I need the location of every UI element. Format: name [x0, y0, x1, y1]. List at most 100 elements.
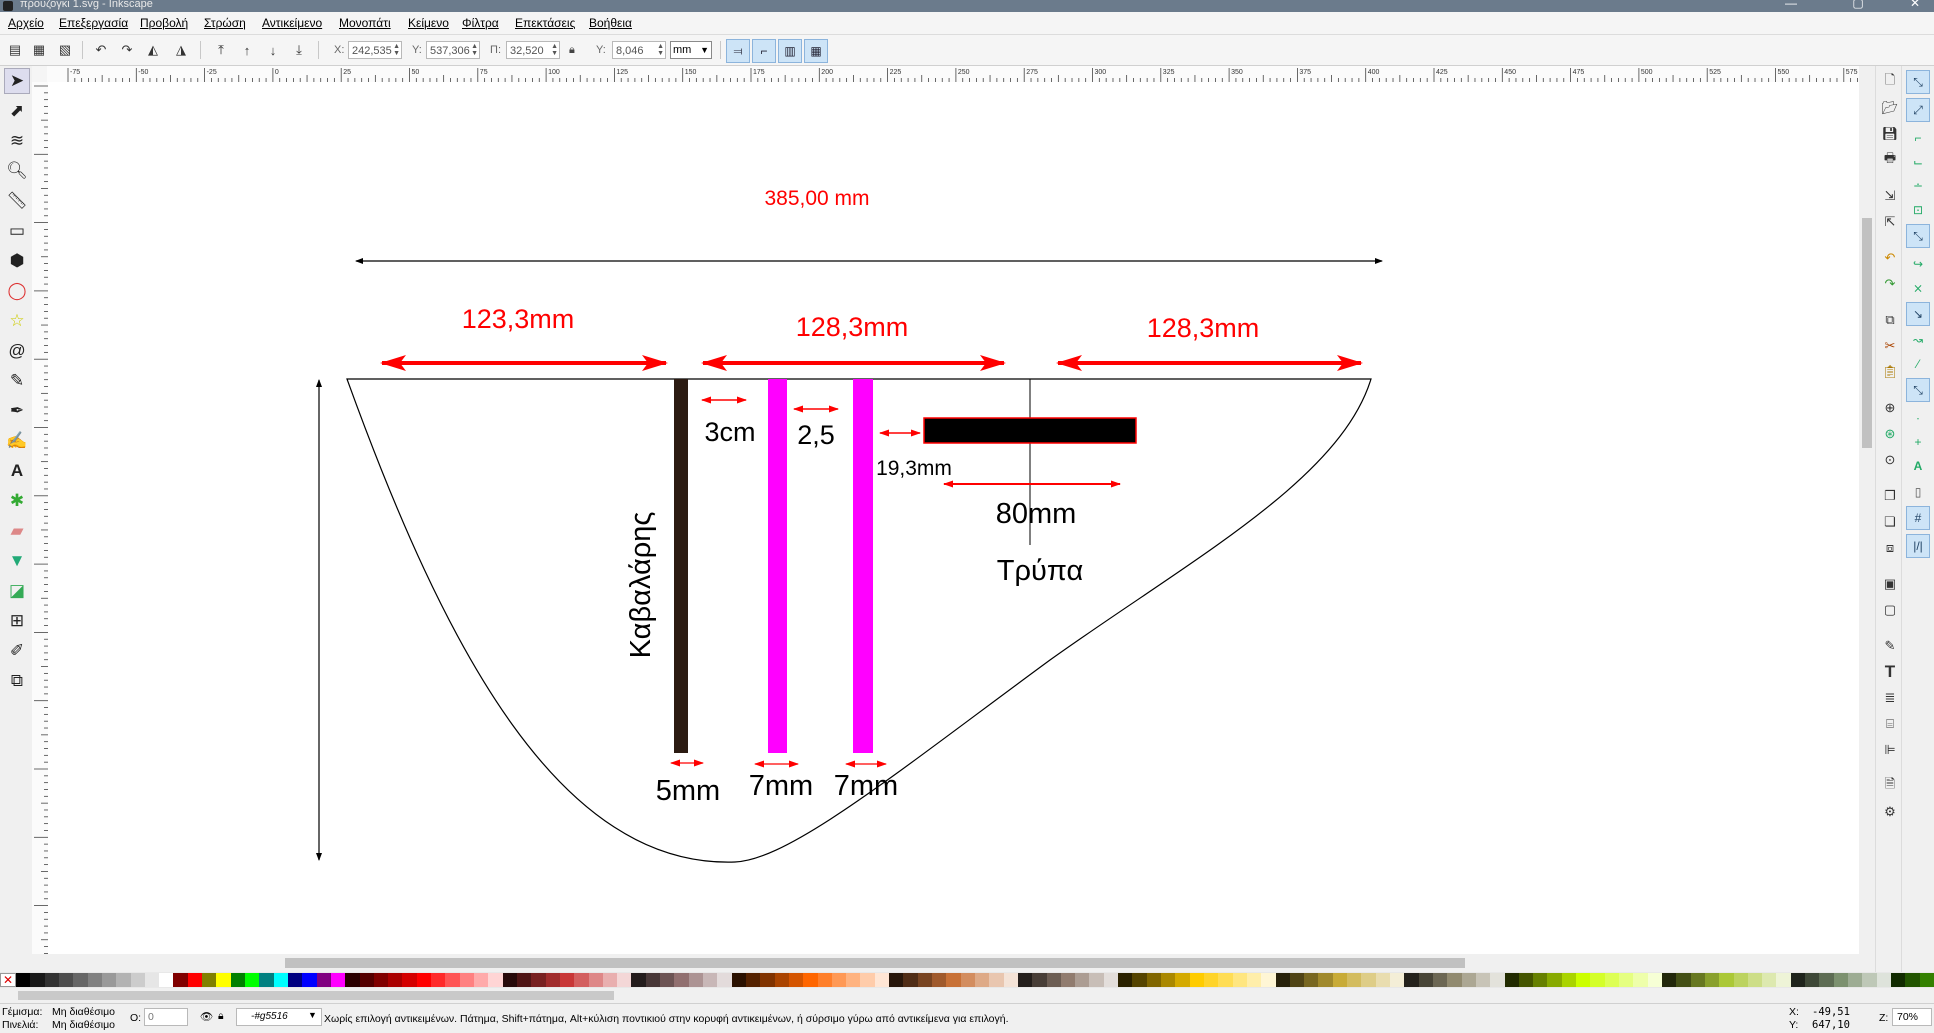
color-swatch[interactable] — [1375, 973, 1390, 987]
color-swatch[interactable] — [946, 973, 961, 987]
spin-arrows-icon[interactable]: ▲ ▼ — [657, 43, 664, 57]
select-all-layers-icon[interactable]: ▦ — [30, 41, 48, 59]
eraser-tool-icon[interactable]: ▰ — [4, 518, 30, 544]
snap-paths-icon[interactable]: ↪ — [1906, 252, 1930, 276]
new-document-icon[interactable]: 🗋︎ — [1880, 72, 1900, 92]
color-swatch[interactable] — [245, 973, 260, 987]
color-swatch[interactable] — [1704, 973, 1720, 987]
color-swatch[interactable] — [1862, 973, 1877, 987]
color-swatch[interactable] — [760, 973, 775, 987]
color-swatch[interactable] — [488, 973, 503, 987]
color-swatch[interactable] — [917, 973, 932, 987]
gap-2-5-label[interactable]: 2,5 — [797, 420, 835, 450]
color-swatch[interactable] — [431, 973, 446, 987]
spin-arrows-icon[interactable]: ▲ ▼ — [551, 43, 558, 57]
horizontal-scroll-thumb[interactable] — [285, 958, 1465, 968]
color-swatch[interactable] — [1189, 973, 1204, 987]
zoom-drawing-icon[interactable]: ⊛ — [1880, 424, 1900, 444]
color-swatch[interactable] — [817, 973, 832, 987]
zoom-selection-icon[interactable]: ⊕ — [1880, 398, 1900, 418]
selector-tool-icon[interactable]: ➤ — [4, 68, 30, 94]
height-input[interactable]: 8,046 ▲ ▼ — [612, 41, 666, 59]
color-swatch[interactable] — [531, 973, 546, 987]
paint-bucket-tool-icon[interactable]: ▼ — [4, 548, 30, 574]
duplicate-icon[interactable]: ❐ — [1880, 486, 1900, 506]
color-swatch[interactable] — [1576, 973, 1591, 987]
color-swatch[interactable] — [101, 973, 117, 987]
hole-label[interactable]: Τρύπα — [997, 555, 1083, 587]
zoom-tool-icon[interactable]: 🔍︎ — [4, 158, 30, 184]
xml-editor-icon[interactable]: ⌸ — [1880, 714, 1900, 734]
import-icon[interactable]: ⇲ — [1880, 186, 1900, 206]
lower-to-bottom-icon[interactable]: ⤓ — [290, 41, 308, 59]
width-5mm-label[interactable]: 5mm — [656, 775, 720, 807]
rectangle-tool-icon[interactable]: ▭ — [4, 218, 30, 244]
unit-select[interactable]: mm ▼ — [670, 41, 712, 59]
gap-3cm-label[interactable]: 3cm — [704, 417, 755, 447]
color-swatch[interactable] — [1103, 973, 1119, 987]
color-swatch[interactable] — [1275, 973, 1290, 987]
snap-bbox-icon[interactable]: ⤢ — [1906, 98, 1930, 122]
color-swatch[interactable] — [960, 973, 975, 987]
menu-file[interactable]: Αρχείο — [8, 16, 44, 30]
magenta-strip-1[interactable] — [768, 379, 787, 753]
vertical-scrollbar[interactable] — [1859, 66, 1875, 955]
hole-rectangle[interactable] — [923, 417, 1137, 444]
copy-icon[interactable]: ⧉ — [1880, 310, 1900, 330]
color-swatch[interactable] — [903, 973, 918, 987]
color-swatch[interactable] — [1647, 973, 1662, 987]
x-input[interactable]: 242,535 ▲ ▼ — [348, 41, 402, 59]
fill-value[interactable]: Μη διαθέσιμο — [52, 1006, 115, 1018]
color-swatch[interactable] — [302, 973, 317, 987]
flip-vertical-icon[interactable]: ◮ — [172, 41, 190, 59]
snap-rotation-centers-icon[interactable]: + — [1906, 430, 1930, 454]
color-swatch[interactable] — [1561, 973, 1577, 987]
color-swatch[interactable] — [1432, 973, 1448, 987]
ungroup-icon[interactable]: ▢ — [1880, 600, 1900, 620]
flip-horizontal-icon[interactable]: ◭ — [144, 41, 162, 59]
clone-icon[interactable]: ❏ — [1880, 512, 1900, 532]
scale-corners-toggle[interactable]: ⌐ — [752, 39, 776, 63]
dropper-tool-icon[interactable]: ✐ — [4, 638, 30, 664]
color-swatch[interactable] — [330, 973, 346, 987]
star-tool-icon[interactable]: ☆ — [4, 308, 30, 334]
color-swatch[interactable] — [1590, 973, 1605, 987]
paste-icon[interactable]: 📋︎ — [1880, 362, 1900, 382]
color-swatch[interactable] — [932, 973, 947, 987]
fill-stroke-icon[interactable]: ✎ — [1880, 636, 1900, 656]
magenta-strip-2[interactable] — [853, 379, 873, 753]
3d-box-tool-icon[interactable]: ⬢ — [4, 248, 30, 274]
color-swatch[interactable] — [402, 973, 417, 987]
color-swatch[interactable] — [860, 973, 875, 987]
cut-icon[interactable]: ✂ — [1880, 336, 1900, 356]
color-swatch[interactable] — [588, 973, 603, 987]
open-file-icon[interactable]: 📂︎ — [1880, 98, 1900, 118]
select-all-icon[interactable]: ▤ — [6, 41, 24, 59]
saddle-strip[interactable] — [674, 379, 688, 753]
color-swatch[interactable] — [1161, 973, 1176, 987]
horizontal-ruler[interactable]: -75 -50 -25 0 25 50 75 100 125 150 175 200 225 250 275… — [47, 66, 1859, 83]
color-swatch[interactable] — [1518, 973, 1534, 987]
redo-icon[interactable]: ↷ — [1880, 274, 1900, 294]
zoom-page-icon[interactable]: ⊙ — [1880, 450, 1900, 470]
transform-gradients-toggle[interactable]: ▥ — [778, 39, 802, 63]
color-swatch[interactable] — [259, 973, 274, 987]
color-swatch[interactable] — [1762, 973, 1777, 987]
color-swatch[interactable] — [1390, 973, 1405, 987]
color-swatch[interactable] — [359, 973, 374, 987]
color-swatch[interactable] — [1805, 973, 1820, 987]
color-swatch[interactable] — [1676, 973, 1691, 987]
snap-guides-icon[interactable]: |/| — [1906, 534, 1930, 558]
snap-others-icon[interactable]: ⤡ — [1906, 378, 1930, 402]
snap-nodes-icon[interactable]: ⤡ — [1906, 224, 1930, 248]
print-icon[interactable]: 🖶︎ — [1880, 150, 1900, 170]
color-swatch[interactable] — [831, 973, 847, 987]
color-swatch[interactable] — [1905, 973, 1920, 987]
color-swatch[interactable] — [58, 973, 74, 987]
mesh-tool-icon[interactable]: ⊞ — [4, 608, 30, 634]
color-swatch[interactable] — [989, 973, 1004, 987]
drawing-canvas[interactable]: 385,00 mm 123,3mm 128,3mm 128,3mm 3cm 2,… — [48, 82, 1859, 954]
width-input[interactable]: 32,520 ▲ ▼ — [506, 41, 560, 59]
menu-help[interactable]: Βοήθεια — [589, 16, 632, 30]
align-distribute-icon[interactable]: ⊫ — [1880, 740, 1900, 760]
